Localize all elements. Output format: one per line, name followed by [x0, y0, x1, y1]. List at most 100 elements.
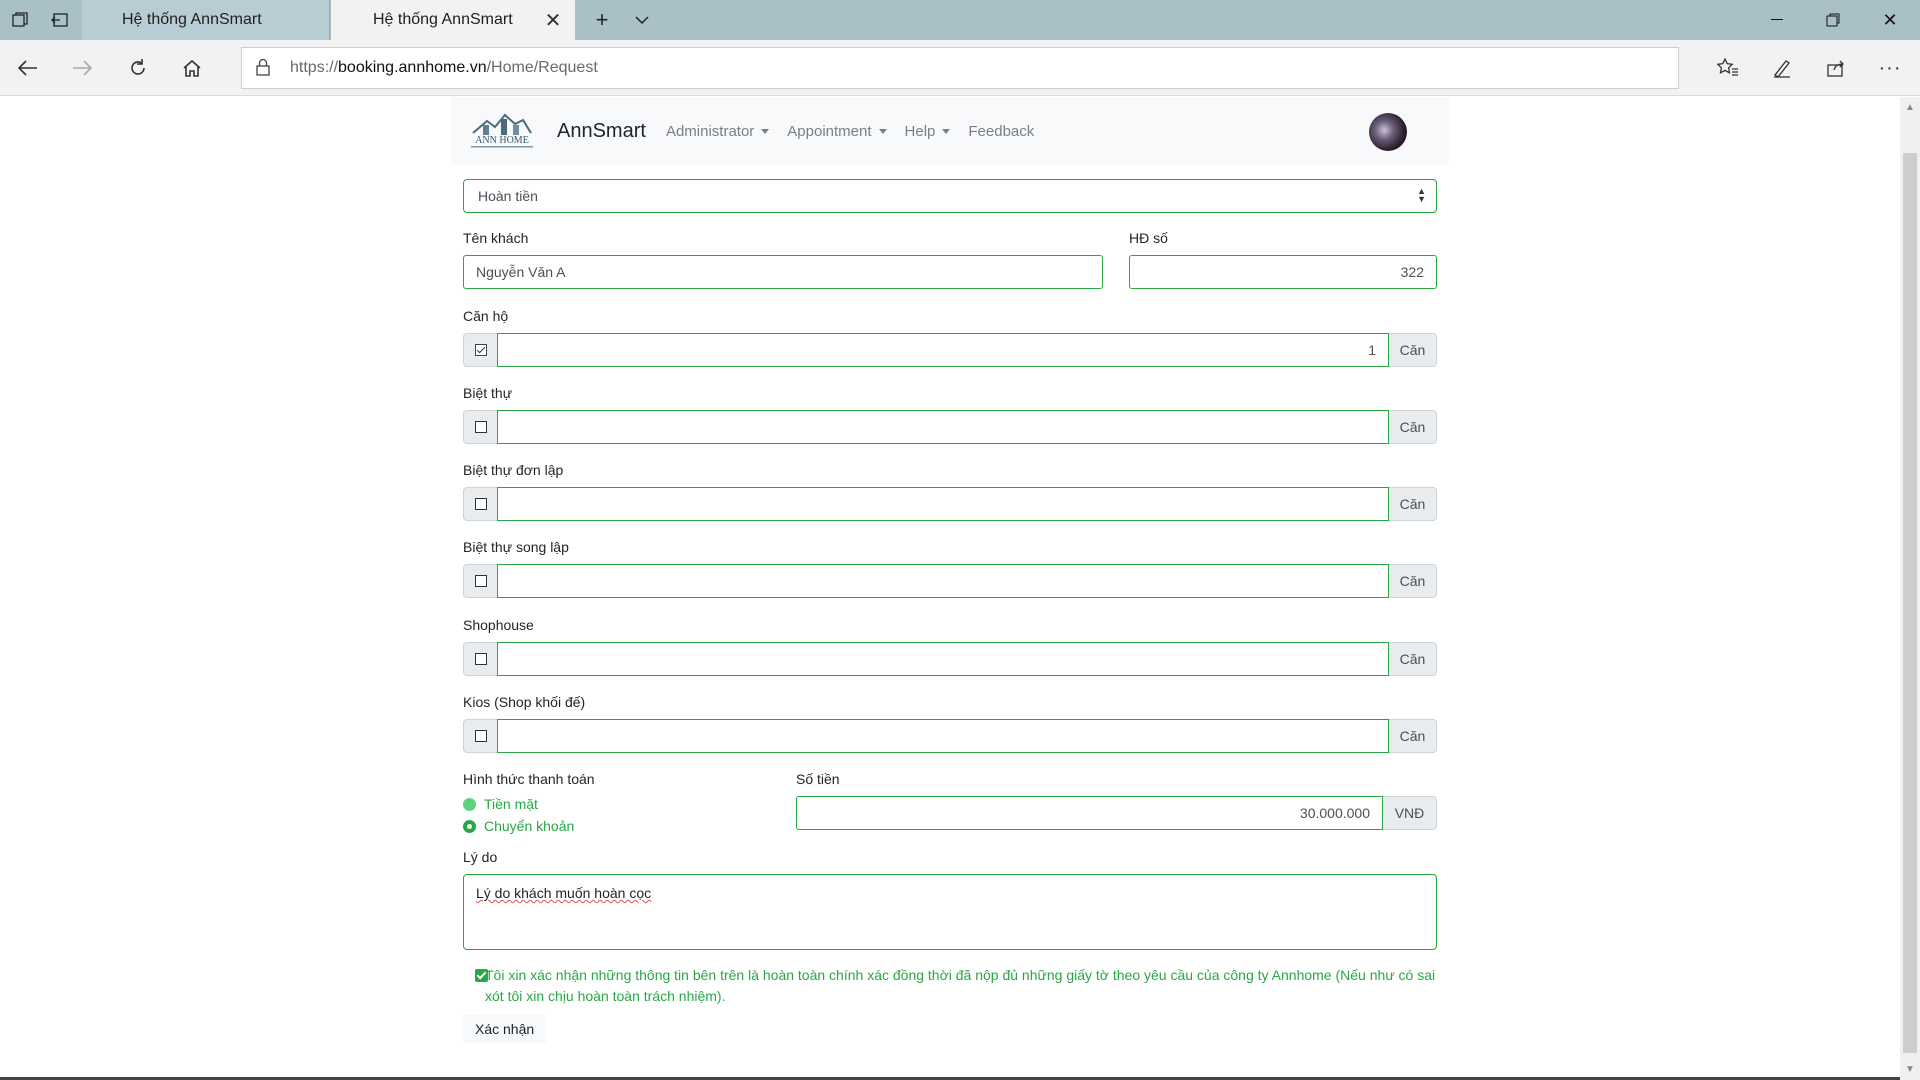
unit-suffix: Căn: [1389, 410, 1437, 444]
confirm-statement: Tôi xin xác nhận những thông tin bên trê…: [485, 967, 1436, 1004]
favorites-icon[interactable]: [1712, 52, 1744, 84]
url-protocol: https://: [290, 59, 339, 76]
kiosk-quantity-input[interactable]: [497, 719, 1389, 753]
browser-toolbar: https://booking.annhome.vn/Home/Request …: [0, 40, 1920, 96]
app-navbar: ANN HOME AnnSmart Administrator Appointm…: [451, 97, 1449, 165]
caret-down-icon: [942, 128, 951, 134]
customer-name-input[interactable]: Nguyễn Văn A: [463, 255, 1103, 289]
brand-name[interactable]: AnnSmart: [557, 120, 646, 143]
shophouse-quantity-input[interactable]: [497, 642, 1389, 676]
detached-villa-checkbox[interactable]: [463, 487, 497, 521]
contract-number-label: HĐ số: [1129, 230, 1168, 246]
checkbox-unchecked-icon: [474, 575, 487, 587]
reason-label: Lý do: [463, 849, 498, 865]
more-icon[interactable]: ···: [1874, 52, 1906, 84]
address-bar[interactable]: https://booking.annhome.vn/Home/Request: [241, 47, 1679, 89]
request-type-select[interactable]: Hoàn tiền ▲ ▼: [463, 179, 1437, 213]
vertical-scrollbar[interactable]: ▲ ▼: [1900, 97, 1920, 1080]
shophouse-checkbox[interactable]: [463, 642, 497, 676]
chevron-down-icon[interactable]: [630, 8, 654, 32]
property-label-kiosk: Kios (Shop khối đế): [463, 694, 586, 710]
unit-suffix: Căn: [1389, 333, 1437, 367]
payment-option-cash[interactable]: Tiền mặt: [463, 796, 538, 812]
villa-quantity-input[interactable]: [497, 410, 1389, 444]
villa-checkbox[interactable]: [463, 410, 497, 444]
scroll-up-icon[interactable]: ▲: [1904, 101, 1916, 113]
page-viewport: ANN HOME AnnSmart Administrator Appointm…: [0, 97, 1900, 1080]
property-label-shophouse: Shophouse: [463, 617, 534, 633]
page-container: ANN HOME AnnSmart Administrator Appointm…: [451, 97, 1449, 1065]
tab-annsmart-1[interactable]: Hệ thống AnnSmart: [82, 0, 330, 40]
home-icon[interactable]: [176, 52, 208, 84]
currency-suffix: VNĐ: [1383, 796, 1437, 830]
radio-unselected-icon: [463, 797, 476, 811]
unit-suffix: Căn: [1389, 487, 1437, 521]
payment-option-label: Tiền mặt: [484, 796, 538, 812]
tab-title: Hệ thống AnnSmart: [373, 11, 513, 28]
menu-appointment[interactable]: Appointment: [787, 123, 887, 140]
apartment-checkbox[interactable]: [463, 333, 497, 367]
user-avatar[interactable]: [1369, 113, 1407, 151]
url-path: /Home/Request: [486, 59, 598, 76]
request-form: Hoàn tiền ▲ ▼ Tên khách Nguyễn Văn A HĐ s…: [451, 165, 1449, 1065]
close-tab-icon[interactable]: ✕: [541, 8, 565, 32]
amount-input[interactable]: 30.000.000: [796, 796, 1383, 830]
menu-feedback[interactable]: Feedback: [968, 123, 1034, 140]
scrollbar-thumb[interactable]: [1903, 153, 1917, 1053]
new-tab-icon[interactable]: +: [590, 7, 614, 32]
forward-icon[interactable]: [66, 52, 98, 84]
detached-villa-quantity-input[interactable]: [497, 487, 1389, 521]
reason-text: Lý do khách muốn hoàn cọc: [476, 885, 652, 901]
tab-annsmart-2[interactable]: Hệ thống AnnSmart ✕: [331, 0, 575, 40]
amount-label: Số tiền: [796, 771, 840, 787]
checkbox-unchecked-icon: [474, 730, 487, 742]
unit-suffix: Căn: [1389, 642, 1437, 676]
set-tabs-aside-icon[interactable]: [48, 8, 72, 32]
select-arrows-icon: ▲ ▼: [1417, 186, 1426, 204]
payment-method-label: Hình thức thanh toán: [463, 771, 595, 787]
lock-icon: [256, 58, 276, 78]
contract-number-input[interactable]: 322: [1129, 255, 1437, 289]
unit-suffix: Căn: [1389, 719, 1437, 753]
property-label-villa: Biệt thự: [463, 385, 513, 401]
property-label-apartment: Căn hộ: [463, 308, 509, 324]
pen-icon[interactable]: [1766, 52, 1798, 84]
menu-label: Administrator: [665, 122, 755, 140]
tab-actions-icon[interactable]: [8, 8, 32, 32]
close-window-icon[interactable]: ✕: [1862, 0, 1918, 40]
restore-icon[interactable]: [1805, 0, 1861, 40]
payment-option-label: Chuyển khoản: [484, 818, 575, 834]
apartment-quantity-input[interactable]: 1: [497, 333, 1389, 367]
checkbox-checked-icon: [474, 344, 487, 356]
annhome-logo[interactable]: ANN HOME: [465, 111, 539, 151]
property-label-detached-villa: Biệt thự đơn lập: [463, 462, 564, 478]
menu-label: Help: [904, 122, 936, 140]
property-label-semi-detached-villa: Biệt thự song lập: [463, 539, 569, 555]
minimize-icon[interactable]: [1749, 0, 1805, 40]
refresh-icon[interactable]: [122, 52, 154, 84]
radio-selected-icon: [463, 819, 476, 833]
checkbox-unchecked-icon: [474, 421, 487, 433]
customer-name-label: Tên khách: [463, 230, 529, 246]
scroll-down-icon[interactable]: ▼: [1904, 1063, 1916, 1075]
checkbox-unchecked-icon: [474, 498, 487, 510]
menu-help[interactable]: Help: [905, 123, 951, 140]
browser-tab-bar: Hệ thống AnnSmart Hệ thống AnnSmart ✕ + …: [0, 0, 1920, 40]
unit-suffix: Căn: [1389, 564, 1437, 598]
share-icon[interactable]: [1820, 52, 1852, 84]
request-type-value: Hoàn tiền: [478, 188, 538, 204]
svg-text:ANN HOME: ANN HOME: [475, 135, 529, 146]
payment-option-transfer[interactable]: Chuyển khoản: [463, 818, 574, 834]
caret-down-icon: [761, 128, 770, 134]
reason-textarea[interactable]: Lý do khách muốn hoàn cọc: [463, 874, 1437, 950]
semi-detached-villa-quantity-input[interactable]: [497, 564, 1389, 598]
tab-title: Hệ thống AnnSmart: [122, 11, 262, 28]
url-host: booking.annhome.vn: [338, 59, 487, 76]
kiosk-checkbox[interactable]: [463, 719, 497, 753]
back-icon[interactable]: [12, 52, 44, 84]
menu-administrator[interactable]: Administrator: [665, 122, 770, 140]
menu-label: Feedback: [968, 122, 1035, 140]
submit-button[interactable]: Xác nhận: [463, 1015, 547, 1043]
semi-detached-villa-checkbox[interactable]: [463, 564, 497, 598]
checkbox-unchecked-icon: [474, 653, 487, 665]
